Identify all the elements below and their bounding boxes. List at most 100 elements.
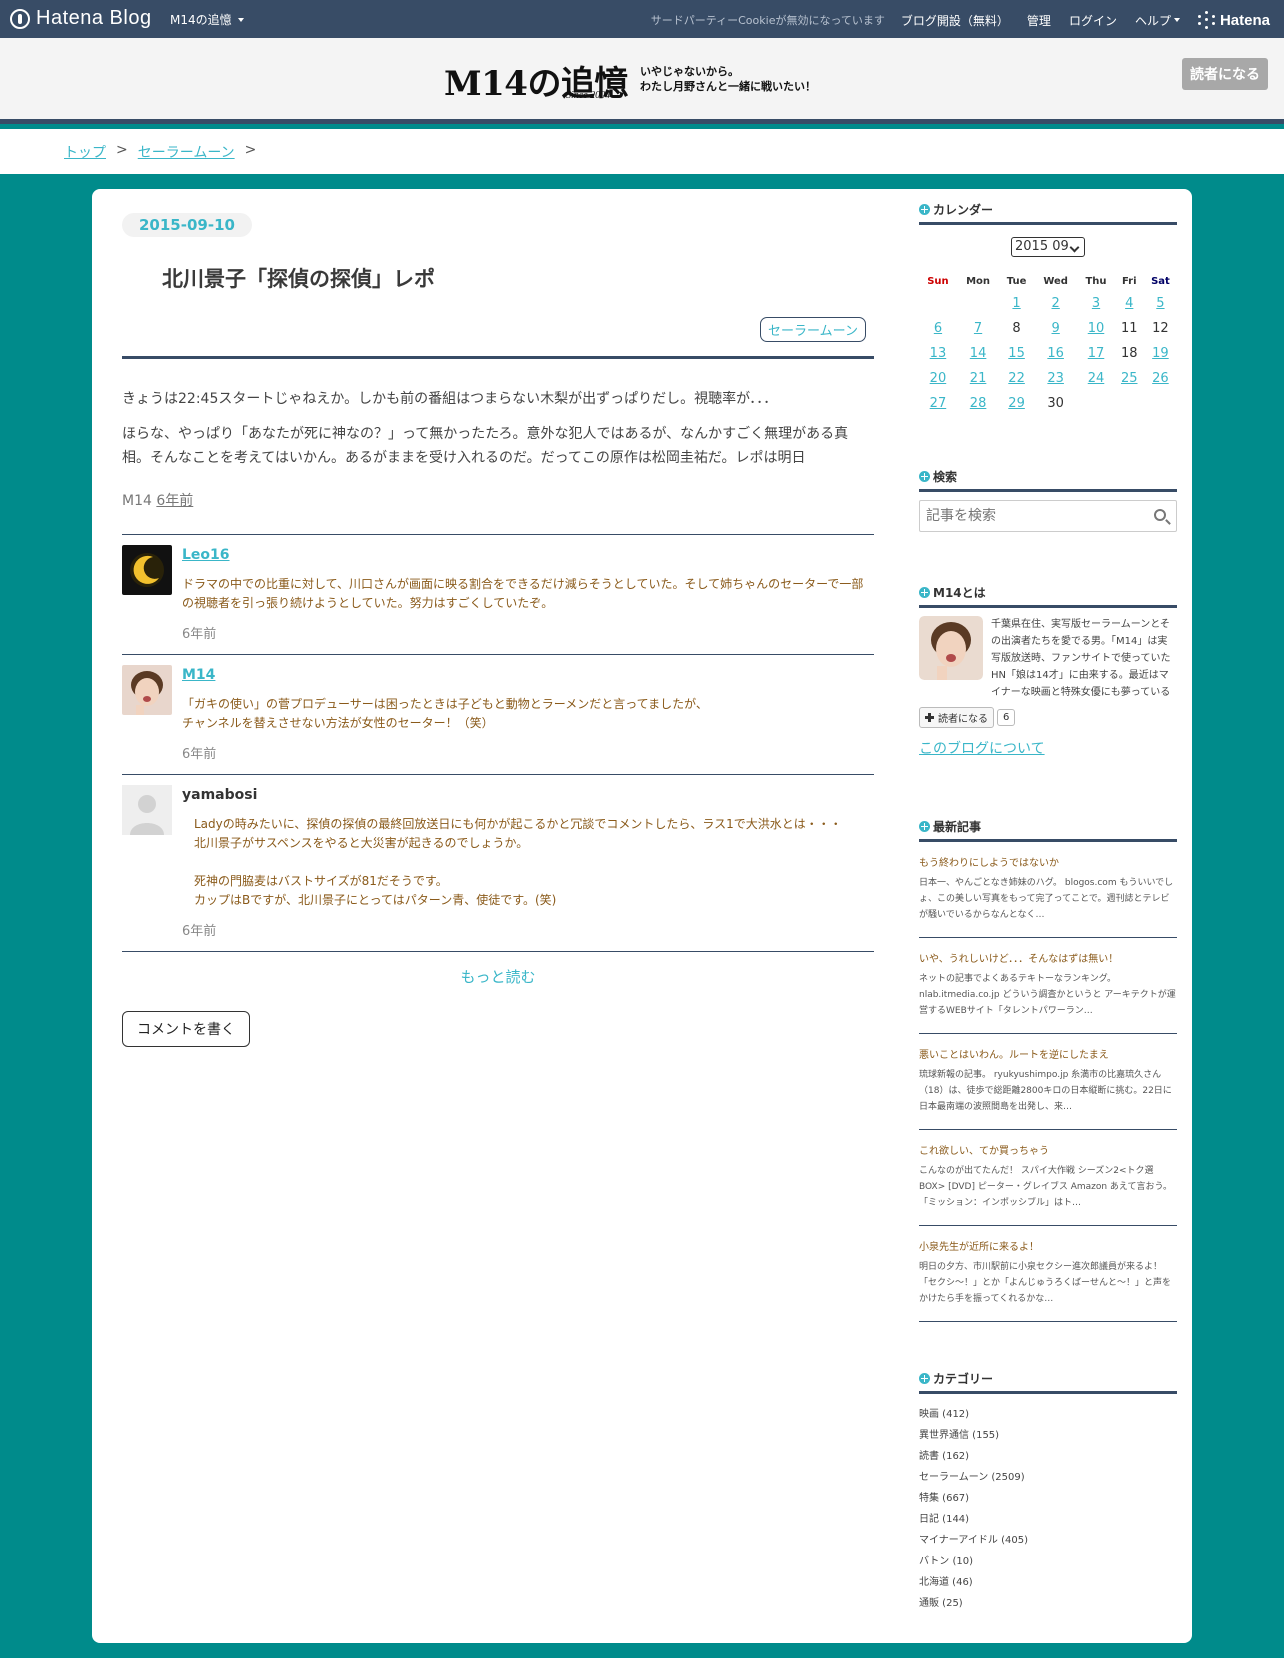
profile-image[interactable] [919,616,983,680]
category-link[interactable]: 読書 (162) [919,1446,1177,1467]
calendar-day: 22 [999,366,1034,391]
calendar-day-link[interactable]: 15 [1008,346,1025,361]
m14-avatar[interactable] [122,665,172,715]
calendar-day: 18 [1120,346,1138,361]
hatena-blog-logo[interactable]: Hatena Blog [10,7,152,30]
calendar-day-link[interactable]: 21 [970,371,987,386]
calendar-day: 24 [1077,366,1114,391]
category-link[interactable]: 日記 (144) [919,1509,1177,1530]
category-link[interactable]: 北海道 (46) [919,1572,1177,1593]
calendar-day-link[interactable]: 17 [1088,346,1105,361]
plus-circle-icon [919,1373,930,1384]
calendar-day-link[interactable]: 4 [1125,296,1133,311]
blog-menu-dropdown[interactable]: M14の追憶 [170,11,244,28]
category-link[interactable]: 映画 (412) [919,1404,1177,1425]
plus-circle-icon [919,204,930,215]
sidebar-subscribe-button[interactable]: 読者になる [919,707,994,728]
breadcrumb-category[interactable]: セーラームーン [138,142,235,162]
calendar-day [957,291,999,316]
comment-author[interactable]: Leo16 [182,547,874,563]
calendar-day-link[interactable]: 29 [1008,396,1025,411]
category-link[interactable]: 異世界通信 (155) [919,1425,1177,1446]
subscribe-button[interactable]: 読者になる [1182,58,1268,90]
breadcrumb-bar: トップ > セーラームーン > [0,129,1284,174]
about-widget: M14とは 千葉県在住、実写版セーラームーンとその出演者たちを愛でる男。「M14… [919,584,1177,758]
calendar-day-link[interactable]: 3 [1092,296,1100,311]
recent-entry[interactable]: もう終わりにしようではないか 日本一、やんごとなき姉妹のハグ。 blogos.c… [919,842,1177,938]
about-blog-link[interactable]: このブログについて [919,738,1177,758]
category-link[interactable]: 特集 (667) [919,1488,1177,1509]
calendar-day-link[interactable]: 20 [930,371,947,386]
recent-entry[interactable]: いや、うれしいけど．．．そんなはずは無い！ ネットの記事でよくあるテキトーなラン… [919,938,1177,1034]
calendar-day: 15 [999,341,1034,366]
manage-link[interactable]: 管理 [1027,12,1051,29]
calendar-day-link[interactable]: 10 [1088,321,1105,336]
calendar-day-link[interactable]: 27 [930,396,947,411]
comment-author[interactable]: M14 [182,667,874,683]
calendar-day-link[interactable]: 13 [930,346,947,361]
entry-date[interactable]: 2015-09-10 [122,213,252,237]
recent-entry[interactable]: 小泉先生が近所に来るよ！ 明日の夕方、市川駅前に小泉セクシー進次郎議員が来るよ！… [919,1226,1177,1322]
recent-entry-title[interactable]: もう終わりにしようではないか [919,854,1177,869]
comment-line: 北川景子がサスペンスをやると大災害が起きるのでしょうか。 [194,836,529,850]
recent-entry-title[interactable]: 悪いことはいわん。ルートを逆にしたまえ [919,1046,1177,1061]
recent-entry-title[interactable]: いや、うれしいけど．．．そんなはずは無い！ [919,950,1177,965]
entry-category-tag[interactable]: セーラームーン [760,317,866,342]
search-input[interactable] [920,501,1130,531]
calendar-day-link[interactable]: 6 [934,321,942,336]
calendar-day-link[interactable]: 16 [1047,346,1064,361]
calendar-day: 6 [919,316,957,341]
calendar-day-link[interactable]: 24 [1088,371,1105,386]
calendar-day: 10 [1077,316,1114,341]
comment-item: M14 「ガキの使い」の菅プロデューサーは困ったときは子どもと動物とラーメンだと… [122,655,874,775]
comment-line: 「ガキの使い」の菅プロデューサーは困ったときは子どもと動物とラーメンだと言ってま… [182,697,708,711]
open-blog-link[interactable]: ブログ開設（無料） [901,12,1009,29]
recent-entry[interactable]: 悪いことはいわん。ルートを逆にしたまえ 琉球新報の記事。 ryukyushimp… [919,1034,1177,1130]
comment-text: 「ガキの使い」の菅プロデューサーは困ったときは子どもと動物とラーメンだと言ってま… [182,695,874,733]
calendar-day-link[interactable]: 25 [1121,371,1138,386]
recent-entry[interactable]: これ欲しい、てか買っちゃう こんなのが出てたんだ！ スパイ大作戦 シーズン2<ト… [919,1130,1177,1226]
calendar-day-link[interactable]: 5 [1156,296,1164,311]
calendar-month-select[interactable]: 2015 09 [1011,237,1085,257]
entry-author: M14 [122,493,152,509]
entry-paragraph: ほらな、やっぱり「あなたが死に神なの？」って無かったたろ。意外な犯人ではあるが、… [122,426,849,466]
entry-title[interactable]: 北川景子「探偵の探偵」レポ [162,263,874,293]
read-more-link[interactable]: もっと読む [122,966,874,987]
category-link[interactable]: 通販 (25) [919,1593,1177,1614]
recent-entry-title[interactable]: 小泉先生が近所に来るよ！ [919,1238,1177,1253]
recent-entry-snippet: ネットの記事でよくあるテキトーなランキング。 nlab.itmedia.co.j… [919,974,1176,1016]
comment-time: 6年前 [182,924,217,939]
calendar-day: 16 [1034,341,1078,366]
calendar-day-header: Fri [1121,275,1137,287]
calendar-day: 25 [1115,366,1144,391]
calendar-day-link[interactable]: 9 [1052,321,1060,336]
category-link[interactable]: セーラームーン (2509) [919,1467,1177,1488]
category-link[interactable]: マイナーアイドル (405) [919,1530,1177,1551]
calendar-day-link[interactable]: 2 [1052,296,1060,311]
entry-permalink[interactable]: 6年前 [156,493,193,509]
calendar-day-link[interactable]: 7 [974,321,982,336]
calendar-day-link[interactable]: 28 [970,396,987,411]
recent-entry-title[interactable]: これ欲しい、てか買っちゃう [919,1142,1177,1157]
comment-time: 6年前 [182,627,217,642]
entry: 2015-09-10 北川景子「探偵の探偵」レポ セーラームーン きょうは22:… [122,213,874,1047]
help-dropdown[interactable]: ヘルプ [1135,12,1180,29]
search-icon[interactable] [1154,509,1166,521]
category-link[interactable]: バトン (10) [919,1551,1177,1572]
calendar-day-link[interactable]: 23 [1047,371,1064,386]
calendar-day-link[interactable]: 19 [1152,346,1169,361]
calendar-day-link[interactable]: 22 [1008,371,1025,386]
calendar-body: 1 2 3 4 5 6 7 8 9 10 11 12 13 14 15 16 17 18 19 20 21 22 23 24 2… [919,291,1177,416]
calendar-day-link[interactable]: 14 [970,346,987,361]
calendar-title: カレンダー [933,203,994,217]
calendar-week: 13 14 15 16 17 18 19 [919,341,1177,366]
calendar-day-link[interactable]: 26 [1152,371,1169,386]
calendar-day-header: Wed [1043,275,1068,287]
calendar-day: 28 [957,391,999,416]
hatena-link[interactable]: Hatena [1197,11,1270,29]
leo16-avatar[interactable] [122,545,172,595]
write-comment-button[interactable]: コメントを書く [122,1011,250,1047]
breadcrumb-top[interactable]: トップ [64,142,106,162]
calendar-day-link[interactable]: 1 [1012,296,1020,311]
login-link[interactable]: ログイン [1069,12,1117,29]
